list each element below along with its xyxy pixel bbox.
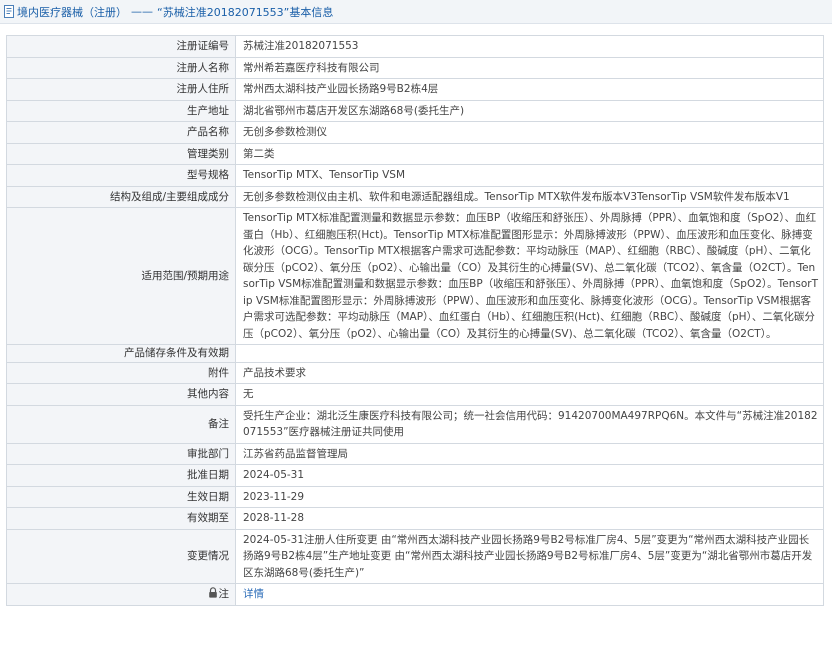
row-value: 2028-11-28 [235, 507, 824, 530]
table-row: 注册证编号 苏械注准20182071553 [6, 35, 824, 58]
row-label: 生效日期 [6, 485, 236, 508]
document-icon [4, 5, 14, 18]
table-row: 变更情况 2024-05-31注册人住所变更 由“常州西太湖科技产业园长扬路9号B… [6, 528, 824, 584]
table-row: 其他内容无 [6, 383, 824, 406]
row-label: 注册人住所 [6, 78, 236, 101]
row-label: 有效期至 [6, 507, 236, 530]
row-value: 第二类 [235, 142, 824, 165]
row-label: 产品名称 [6, 121, 236, 144]
table-row: 生效日期 2023-11-29 [6, 485, 824, 508]
table-row: 产品名称 无创多参数检测仪 [6, 121, 824, 144]
table-row: 适用范围/预期用途 TensorTip MTX标准配置测量和数据显示参数：血压BP… [6, 207, 824, 345]
row-label: 变更情况 [6, 528, 236, 584]
table-row: 生产地址 湖北省鄂州市葛店开发区东湖路68号(委托生产) [6, 99, 824, 122]
row-value [235, 344, 824, 363]
page-header: 境内医疗器械（注册） —— “苏械注准20182071553”基本信息 [0, 0, 832, 24]
info-table: 注册证编号 苏械注准20182071553 注册人名称 常州希若嘉医疗科技有限公司 … [6, 35, 824, 606]
row-value: 2023-11-29 [235, 485, 824, 508]
header-separator: —— [131, 5, 153, 18]
row-value: TensorTip MTX标准配置测量和数据显示参数：血压BP（收缩压和舒张压）… [235, 207, 824, 345]
row-label: 产品储存条件及有效期 [6, 344, 236, 363]
page-title: “苏械注准20182071553”基本信息 [157, 5, 334, 19]
row-label: 其他内容 [6, 383, 236, 406]
table-row: 型号规格 TensorTip MTX、TensorTip VSM [6, 164, 824, 187]
row-label: 管理类别 [6, 142, 236, 165]
row-value: 无 [235, 383, 824, 406]
table-row: 附件 产品技术要求 [6, 361, 824, 384]
table-row: 产品储存条件及有效期 [6, 344, 824, 363]
row-label: 生产地址 [6, 99, 236, 122]
footer-label: 注 [218, 588, 230, 600]
footer-label-cell: 注 [6, 583, 236, 606]
row-value: TensorTip MTX、TensorTip VSM [235, 164, 824, 187]
row-label: 注册证编号 [6, 35, 236, 58]
detail-link[interactable]: 详情 [243, 588, 264, 600]
table-row: 批准日期 2024-05-31 [6, 464, 824, 487]
row-value: 受托生产企业：湖北泛生康医疗科技有限公司；统一社会信用代码：91420700MA… [235, 404, 824, 444]
row-label: 附件 [6, 361, 236, 384]
footer-row: 注 详情 [6, 583, 824, 606]
row-label: 批准日期 [6, 464, 236, 487]
row-value: 苏械注准20182071553 [235, 35, 824, 58]
row-value: 产品技术要求 [235, 361, 824, 384]
table-row: 结构及组成/主要组成成分 无创多参数检测仪由主机、软件和电源适配器组成。Tenso… [6, 185, 824, 208]
row-label: 型号规格 [6, 164, 236, 187]
header-category: 境内医疗器械（注册） [17, 5, 127, 19]
row-value: 无创多参数检测仪由主机、软件和电源适配器组成。TensorTip MTX软件发布… [235, 185, 824, 208]
table-row: 备注 受托生产企业：湖北泛生康医疗科技有限公司；统一社会信用代码：91420700… [6, 404, 824, 444]
row-label: 备注 [6, 404, 236, 444]
table-row: 注册人住所 常州西太湖科技产业园长扬路9号B2栋4层 [6, 78, 824, 101]
row-label: 结构及组成/主要组成成分 [6, 185, 236, 208]
row-value: 江苏省药品监督管理局 [235, 442, 824, 465]
row-value: 无创多参数检测仪 [235, 121, 824, 144]
row-label: 审批部门 [6, 442, 236, 465]
table-row: 注册人名称 常州希若嘉医疗科技有限公司 [6, 56, 824, 79]
lock-icon [208, 587, 217, 598]
table-row: 有效期至 2028-11-28 [6, 507, 824, 530]
row-value: 2024-05-31 [235, 464, 824, 487]
row-label: 适用范围/预期用途 [6, 207, 236, 345]
table-row: 管理类别 第二类 [6, 142, 824, 165]
table-row: 审批部门 江苏省药品监督管理局 [6, 442, 824, 465]
row-value: 湖北省鄂州市葛店开发区东湖路68号(委托生产) [235, 99, 824, 122]
row-label: 注册人名称 [6, 56, 236, 79]
row-value: 2024-05-31注册人住所变更 由“常州西太湖科技产业园长扬路9号B2号标准… [235, 528, 824, 584]
row-value: 常州希若嘉医疗科技有限公司 [235, 56, 824, 79]
row-value: 常州西太湖科技产业园长扬路9号B2栋4层 [235, 78, 824, 101]
footer-value-cell: 详情 [235, 583, 824, 606]
